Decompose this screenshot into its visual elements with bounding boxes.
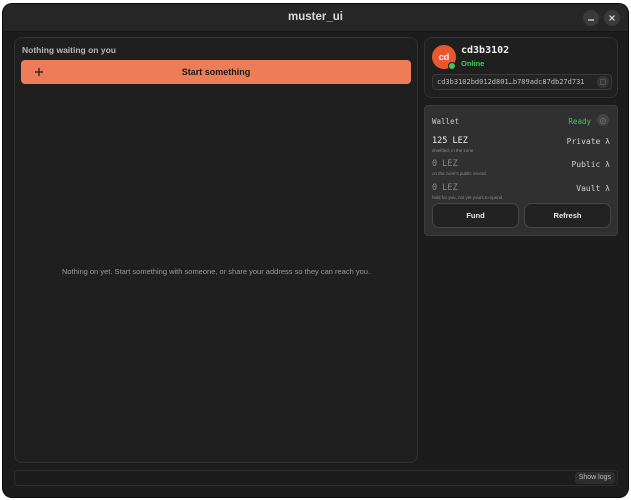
title-bar: muster_ui [3,4,628,32]
copy-address-button[interactable] [597,76,609,88]
wallet-status: Ready [568,117,591,126]
panel-heading: Nothing waiting on you [22,45,116,55]
close-icon [609,15,615,21]
minimize-button[interactable] [583,10,599,26]
address-field[interactable]: cd3b3102bd012d801…b789adc87db27d731 [432,74,612,90]
balance-vault-amount: 0 LEZ [432,183,458,193]
status-bar: Show logs [14,470,618,486]
fund-button[interactable]: Fund [432,203,519,228]
close-button[interactable] [604,10,620,26]
minimize-icon [588,19,594,21]
window-title: muster_ui [288,11,343,23]
balance-private-note: shielded, in the zone [432,148,474,153]
wallet-label: Wallet [432,117,460,126]
activity-panel: Nothing waiting on you Start something N… [14,37,418,463]
online-indicator [448,62,456,70]
wallet-card: Wallet Ready 125 LEZ Private λ shielded,… [424,105,618,236]
balance-vault-kind: Vault λ [576,184,610,193]
address-text: cd3b3102bd012d801…b789adc87db27d731 [437,78,585,86]
start-button-label: Start something [181,67,251,77]
user-name: cd3b3102 [461,45,510,56]
gear-icon [599,117,607,125]
start-something-button[interactable]: Start something [21,60,411,84]
show-logs-button[interactable]: Show logs [574,472,615,484]
user-status: Online [461,59,485,68]
balance-vault-note: held for you, not yet yours to spend [432,195,503,200]
balance-public-kind: Public λ [571,160,610,169]
copy-icon [600,79,606,85]
identity-card: cd cd3b3102 Online cd3b3102bd012d801…b78… [424,37,618,98]
balance-public-note: on the zone's public record [432,171,486,176]
wallet-settings-button[interactable] [597,114,609,126]
balance-public-amount: 0 LEZ [432,159,458,169]
app-window: muster_ui Nothing waiting on you Start s… [3,4,628,497]
empty-state-message: Nothing on yet. Start something with som… [61,267,371,276]
balance-private-kind: Private λ [566,137,610,146]
refresh-button[interactable]: Refresh [524,203,611,228]
balance-private-amount: 125 LEZ [432,136,468,146]
